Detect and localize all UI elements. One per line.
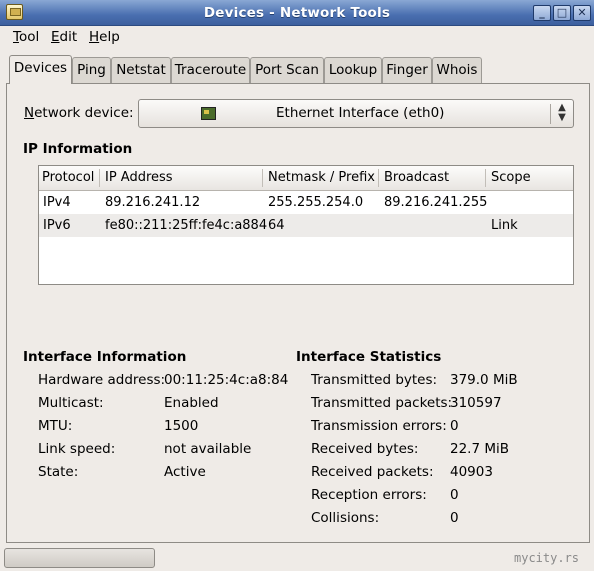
link-speed-value: not available: [164, 441, 252, 457]
received-packets-label: Received packets:: [311, 464, 434, 480]
tab-traceroute[interactable]: Traceroute: [171, 57, 250, 83]
horizontal-scrollbar[interactable]: [4, 548, 155, 568]
ip-information-title: IP Information: [23, 141, 133, 157]
received-bytes-value: 22.7 MiB: [450, 441, 510, 457]
transmitted-bytes-label: Transmitted bytes:: [311, 372, 438, 388]
hardware-address-label: Hardware address:: [38, 372, 166, 388]
collisions-value: 0: [450, 510, 459, 526]
received-bytes-label: Received bytes:: [311, 441, 419, 457]
transmitted-bytes-value: 379.0 MiB: [450, 372, 518, 388]
column-header-broadcast[interactable]: Broadcast: [384, 170, 449, 185]
menu-bar: Tool Edit Help: [0, 26, 594, 50]
table-cell: 89.216.241.12: [105, 195, 201, 210]
network-device-value: Ethernet Interface (eth0): [276, 105, 445, 121]
table-cell: 64: [268, 218, 285, 233]
transmission-errors-label: Transmission errors:: [311, 418, 447, 434]
minimize-button[interactable]: _: [533, 5, 551, 21]
watermark-text: mycity.rs: [514, 551, 580, 565]
interface-statistics-title: Interface Statistics: [296, 349, 442, 365]
close-button[interactable]: ✕: [573, 5, 591, 21]
tab-port-scan[interactable]: Port Scan: [250, 57, 324, 83]
tab-devices[interactable]: Devices: [9, 55, 72, 84]
multicast-value: Enabled: [164, 395, 219, 411]
table-cell: IPv6: [43, 218, 71, 233]
state-value: Active: [164, 464, 206, 480]
tab-whois[interactable]: Whois: [432, 57, 482, 83]
column-header-netmask[interactable]: Netmask / Prefix: [268, 170, 375, 185]
table-cell: IPv4: [43, 195, 71, 210]
table-cell: Link: [491, 218, 518, 233]
hardware-address-value: 00:11:25:4c:a8:84: [164, 372, 289, 388]
interface-information-title: Interface Information: [23, 349, 187, 365]
table-cell: fe80::211:25ff:fe4c:a884: [105, 218, 268, 233]
transmission-errors-value: 0: [450, 418, 459, 434]
chevron-up-down-icon: ▲ ▼: [558, 102, 566, 123]
column-header-scope[interactable]: Scope: [491, 170, 531, 185]
title-bar[interactable]: Devices - Network Tools _ □ ✕: [0, 0, 594, 26]
transmitted-packets-value: 310597: [450, 395, 502, 411]
column-header-ip-address[interactable]: IP Address: [105, 170, 173, 185]
network-device-select[interactable]: Ethernet Interface (eth0) ▲ ▼: [138, 99, 574, 128]
mtu-label: MTU:: [38, 418, 73, 434]
transmitted-packets-label: Transmitted packets:: [311, 395, 453, 411]
table-row[interactable]: IPv4 89.216.241.12 255.255.254.0 89.216.…: [39, 191, 573, 214]
column-header-protocol[interactable]: Protocol: [42, 170, 94, 185]
collisions-label: Collisions:: [311, 510, 380, 526]
state-label: State:: [38, 464, 79, 480]
tab-netstat[interactable]: Netstat: [111, 57, 171, 83]
select-separator: [550, 104, 551, 124]
table-cell: 255.255.254.0: [268, 195, 364, 210]
menu-tool[interactable]: Tool: [13, 29, 39, 45]
network-card-icon: [201, 107, 216, 120]
mtu-value: 1500: [164, 418, 199, 434]
menu-help[interactable]: Help: [89, 29, 120, 45]
tab-ping[interactable]: Ping: [72, 57, 111, 83]
table-row[interactable]: IPv6 fe80::211:25ff:fe4c:a884 64 Link: [39, 214, 573, 237]
maximize-button[interactable]: □: [553, 5, 571, 21]
reception-errors-value: 0: [450, 487, 459, 503]
reception-errors-label: Reception errors:: [311, 487, 427, 503]
link-speed-label: Link speed:: [38, 441, 116, 457]
menu-edit[interactable]: Edit: [51, 29, 77, 45]
tab-lookup[interactable]: Lookup: [324, 57, 382, 83]
window-title: Devices - Network Tools: [203, 5, 391, 21]
network-device-label: Network device:: [24, 105, 134, 121]
ip-information-table[interactable]: Protocol IP Address Netmask / Prefix Bro…: [38, 165, 574, 285]
table-cell: 89.216.241.255: [384, 195, 488, 210]
multicast-label: Multicast:: [38, 395, 104, 411]
table-header: Protocol IP Address Netmask / Prefix Bro…: [39, 166, 573, 191]
tab-finger[interactable]: Finger: [382, 57, 432, 83]
received-packets-value: 40903: [450, 464, 493, 480]
